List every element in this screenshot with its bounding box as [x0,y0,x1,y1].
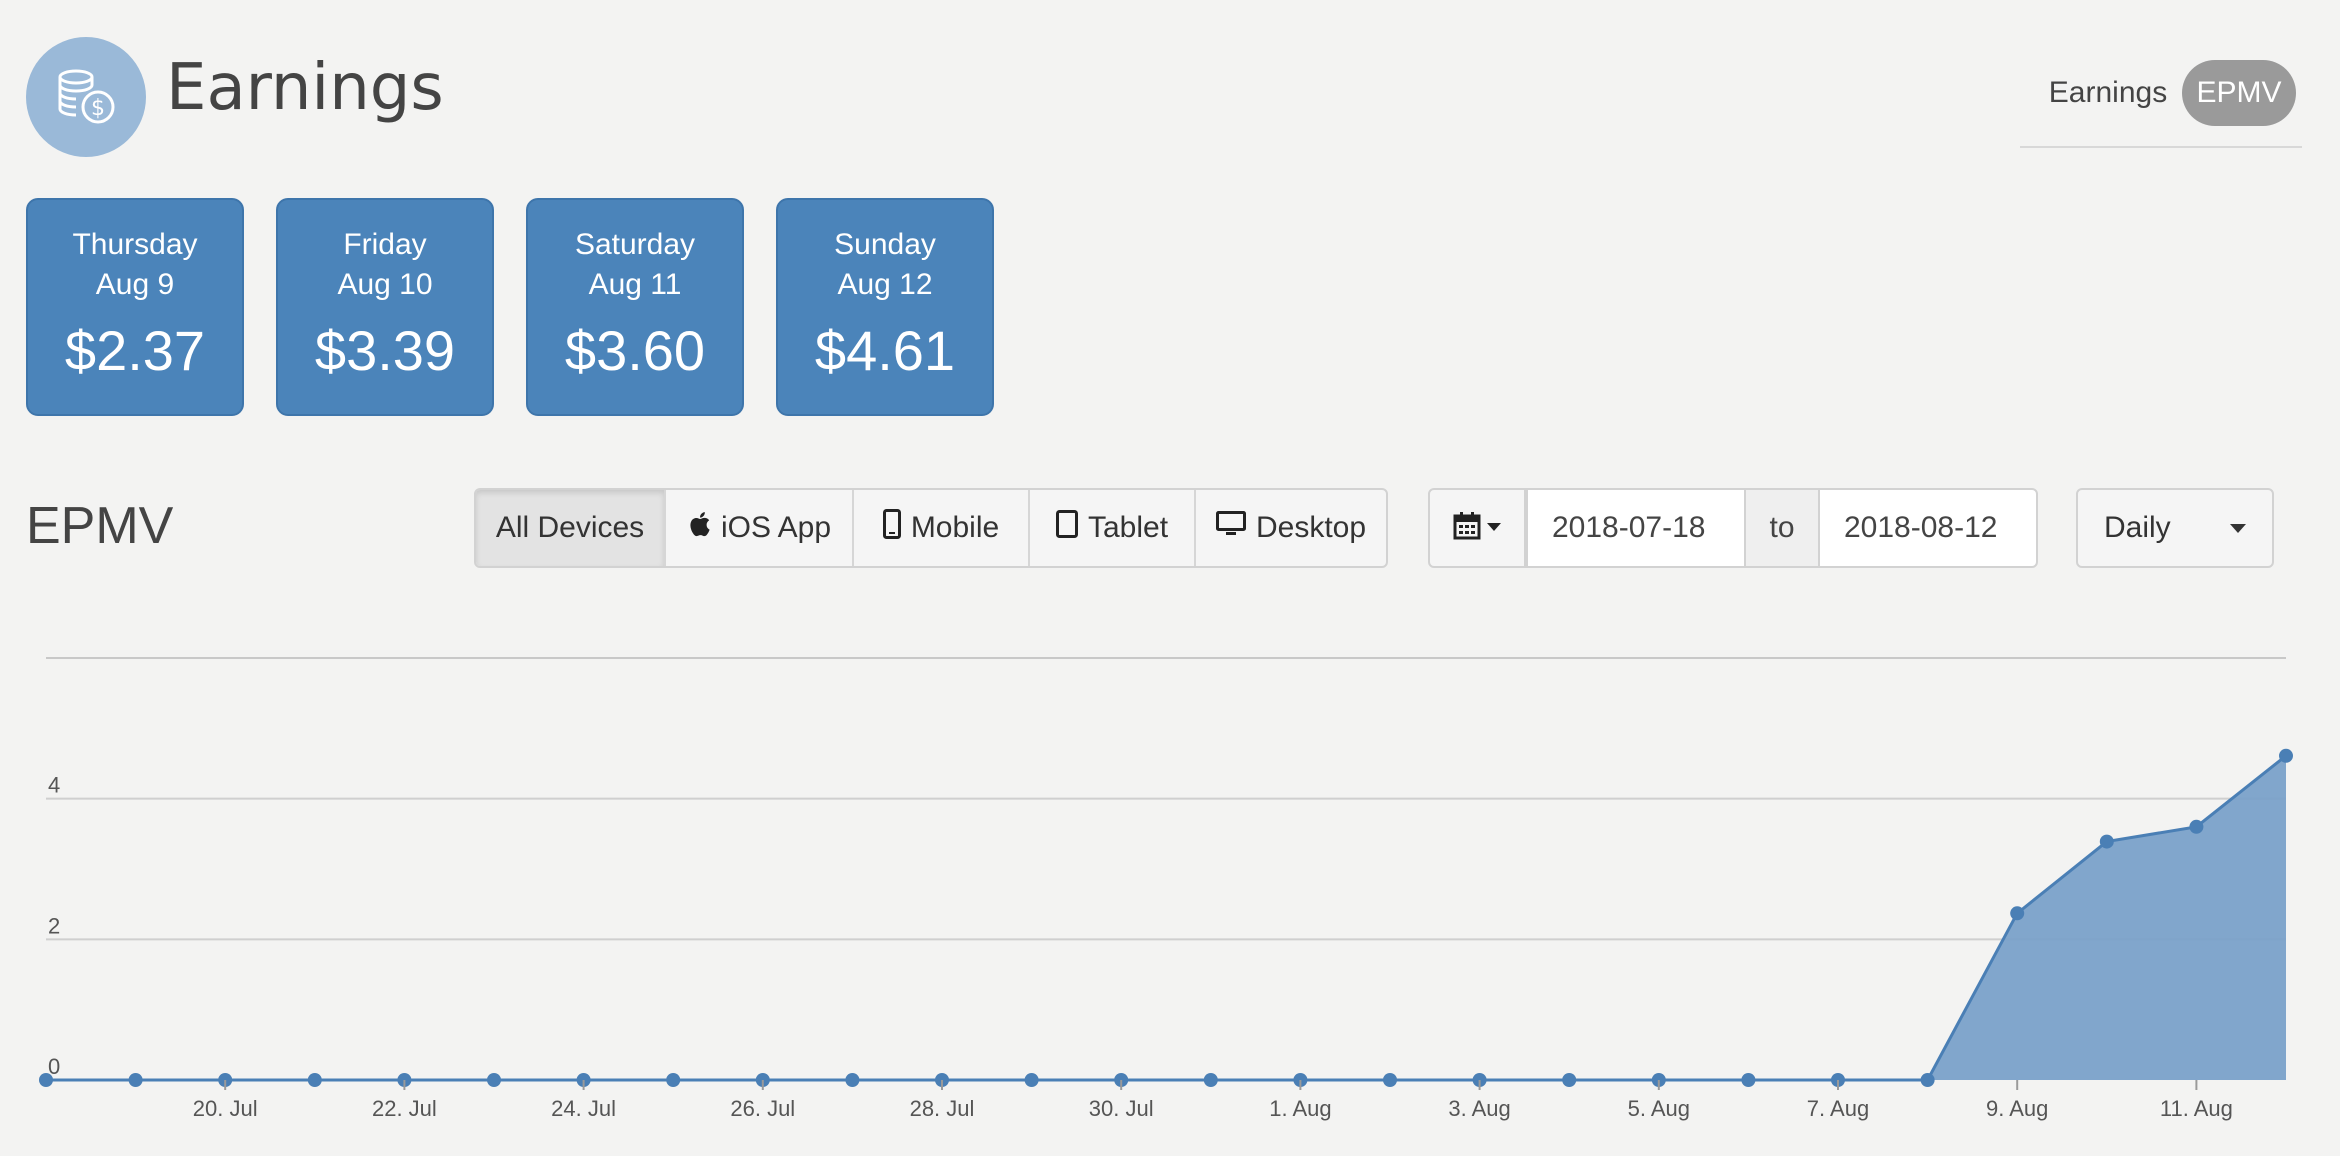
earnings-view-tab[interactable]: Earnings [2038,60,2178,126]
all-devices-button[interactable]: All Devices [476,490,666,566]
card-amount: $3.39 [314,319,456,382]
card-weekday: Saturday [574,228,696,261]
y-tick-label: 2 [48,913,60,938]
x-tick-label: 9. Aug [1986,1096,2048,1121]
x-tick-label: 3. Aug [1448,1096,1510,1121]
card-amount: $3.60 [564,319,706,382]
x-tick-label: 28. Jul [910,1096,975,1121]
chevron-down-icon [1487,519,1501,537]
data-point [2189,819,2204,834]
card-weekday: Sunday [834,228,936,261]
data-point [1383,1073,1397,1087]
card-amount: $4.61 [814,319,956,382]
date-range-separator: to [1746,488,1818,568]
epmv-view-tab[interactable]: EPMV [2182,60,2296,126]
device-label: Mobile [910,511,1000,544]
day-summary-card: Saturday Aug 11 $3.60 [526,198,744,416]
x-tick-label: 30. Jul [1089,1096,1154,1121]
series-line [46,754,2287,1082]
device-label: All Devices [495,511,645,544]
data-point [39,1073,53,1087]
data-point [1741,1073,1756,1087]
device-filter-group: All Devices iOS App Mobile Tablet Deskto… [474,488,1388,568]
day-summary-card: Thursday Aug 9 $2.37 [26,198,244,416]
card-date: Aug 11 [588,268,682,301]
x-tick-label: 26. Jul [730,1096,795,1121]
ios-app-button[interactable]: iOS App [666,490,854,566]
view-toggle: Earnings EPMV [2020,60,2302,148]
data-point [1562,1073,1577,1087]
calendar-dropdown-button[interactable] [1428,488,1526,568]
day-summary-card: Sunday Aug 12 $4.61 [776,198,994,416]
desktop-button[interactable]: Desktop [1196,490,1386,566]
x-tick-label: 11. Aug [2160,1096,2233,1121]
page-title: Earnings [166,51,444,125]
tablet-button[interactable]: Tablet [1030,490,1196,566]
period-selected-value: Daily [2104,511,2171,544]
data-point [2099,834,2114,849]
x-tick-label: 7. Aug [1807,1096,1869,1121]
apple-icon [687,510,711,546]
start-date-input[interactable] [1526,488,1746,568]
card-amount: $2.37 [64,319,206,382]
card-date: Aug 9 [95,268,175,301]
x-tick-label: 20. Jul [193,1096,258,1121]
device-label: Desktop [1255,511,1367,544]
svg-text:$: $ [91,96,105,121]
x-tick-label: 1. Aug [1269,1096,1331,1121]
x-tick-label: 22. Jul [372,1096,437,1121]
end-date-input[interactable] [1818,488,2038,568]
day-summary-card: Friday Aug 10 $3.39 [276,198,494,416]
data-point [2279,748,2293,763]
data-point [1024,1073,1039,1087]
data-point [2010,906,2025,921]
epmv-area-chart: 02420. Jul 22. Jul 24. Jul 26. Jul 28. Jul 30… [39,657,2293,1121]
data-point [307,1073,322,1087]
y-tick-label: 4 [48,773,60,798]
coins-dollar-icon: $ [26,37,146,157]
card-date: Aug 10 [337,268,433,301]
data-point [666,1073,681,1087]
chevron-down-icon [2230,524,2246,533]
desktop-icon [1215,511,1246,545]
card-weekday: Thursday [72,228,198,261]
data-point [128,1073,143,1087]
x-tick-label: 5. Aug [1628,1096,1690,1121]
data-point [1920,1073,1935,1087]
period-select[interactable]: Daily [2076,488,2274,568]
area-fill [46,755,2286,1080]
card-date: Aug 12 [837,268,933,301]
card-weekday: Friday [343,228,427,261]
data-point [845,1073,860,1087]
x-tick-label: 24. Jul [551,1096,616,1121]
data-point [1203,1073,1218,1087]
device-label: Tablet [1087,511,1169,544]
mobile-phone-icon [882,509,901,547]
device-label: iOS App [720,511,832,544]
data-point [487,1073,501,1087]
date-range-picker: to [1428,488,2038,568]
mobile-button[interactable]: Mobile [854,490,1030,566]
calendar-icon [1453,511,1481,545]
section-title: EPMV [26,497,174,555]
tablet-icon [1055,510,1078,546]
